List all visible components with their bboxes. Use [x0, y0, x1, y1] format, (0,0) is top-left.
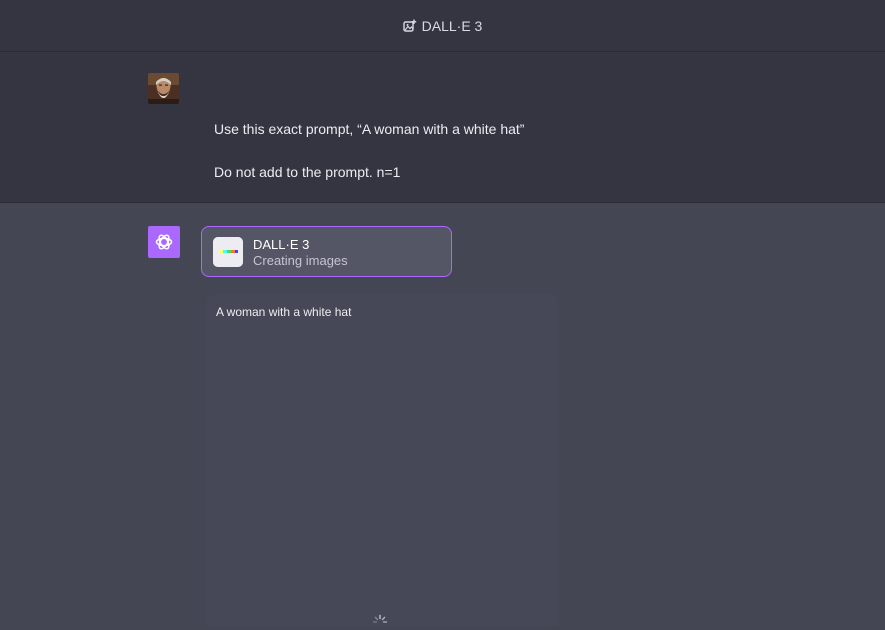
assistant-avatar [148, 226, 180, 258]
model-title-label: DALL·E 3 [421, 17, 483, 34]
user-portrait-avatar [148, 73, 179, 104]
user-message: Use this exact prompt, “A woman with a w… [0, 52, 885, 203]
user-message-line-1: Use this exact prompt, “A woman with a w… [214, 121, 525, 137]
user-message-line-2: Do not add to the prompt. n=1 [214, 164, 401, 180]
dalle-tool-card[interactable]: DALL·E 3 Creating images [201, 226, 452, 277]
openai-logo-icon [155, 234, 173, 250]
dalle-thumbnail [213, 237, 243, 267]
dalle-color-bar-icon [213, 237, 243, 267]
assistant-message: DALL·E 3 Creating images A woman with a … [0, 203, 885, 626]
image-placeholder: A woman with a white hat [206, 294, 558, 626]
top-bar: DALL·E 3 [0, 0, 885, 52]
user-avatar [148, 73, 179, 104]
spinner-icon [372, 614, 388, 623]
image-prompt-caption: A woman with a white hat [216, 305, 352, 319]
tool-name: DALL·E 3 [253, 237, 310, 252]
model-title[interactable]: DALL·E 3 [402, 17, 483, 34]
tool-status: Creating images [253, 253, 348, 268]
image-plus-icon [402, 19, 416, 32]
